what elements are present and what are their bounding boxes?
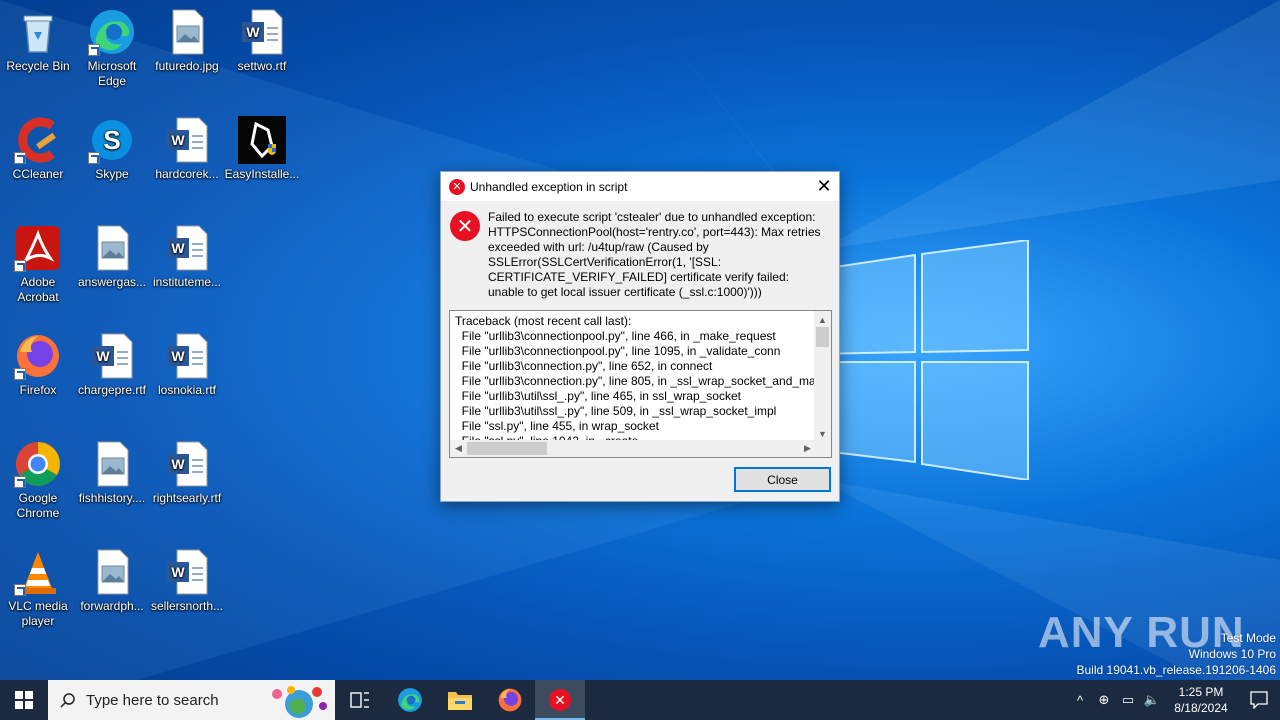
chrome-icon [14, 440, 62, 488]
watermark-line-2: Windows 10 Pro [1188, 647, 1276, 661]
scroll-up-icon[interactable]: ▲ [814, 311, 831, 328]
image-file-icon [88, 548, 136, 596]
meet-now-icon[interactable]: ⊕ [1092, 692, 1116, 708]
desktop-icon-chrome[interactable]: Google Chrome [0, 440, 76, 521]
watermark-line-3: Build 19041.vb_release.191206-1406 [1076, 663, 1277, 677]
desktop-icon-answergas[interactable]: answergas... [74, 224, 150, 290]
chevron-up-icon[interactable]: ^ [1068, 693, 1092, 708]
word-doc-icon: W [238, 8, 286, 56]
word-doc-icon: W [163, 548, 211, 596]
word-doc-icon: W [163, 440, 211, 488]
taskbar-clock[interactable]: 1:25 PM 8/18/2024 [1164, 684, 1238, 716]
svg-text:W: W [246, 24, 260, 40]
word-doc-icon: W [163, 224, 211, 272]
vertical-scrollbar[interactable]: ▲ ▼ [814, 311, 831, 442]
desktop-icon-skype[interactable]: S Skype [74, 116, 150, 182]
notification-icon [1250, 691, 1268, 709]
svg-text:S: S [103, 125, 120, 155]
taskbar: Type here to search ✕ ^ ⊕ ▭ 🔈 1:25 PM 8/… [0, 680, 1280, 720]
search-placeholder: Type here to search [86, 691, 219, 709]
svg-text:W: W [171, 348, 185, 364]
close-button[interactable]: Close [734, 467, 831, 492]
clock-date: 8/18/2024 [1174, 701, 1228, 715]
desktop-icon-acrobat[interactable]: Adobe Acrobat [0, 224, 76, 305]
vlc-icon [14, 548, 62, 596]
installer-icon [238, 116, 286, 164]
image-file-icon [88, 224, 136, 272]
traceback-text: Traceback (most recent call last): File … [455, 314, 820, 448]
desktop-icon-hardcorek[interactable]: W hardcorek... [149, 116, 225, 182]
svg-text:W: W [171, 132, 185, 148]
watermark-line-1: Test Mode [1220, 631, 1276, 645]
error-icon: ✕ [549, 689, 571, 711]
desktop-icon-ccleaner[interactable]: CCleaner [0, 116, 76, 182]
folder-icon [448, 692, 472, 710]
windows-watermark: Test Mode Windows 10 Pro Build 19041.vb_… [1077, 630, 1277, 678]
image-file-icon [163, 8, 211, 56]
error-icon: ✕ [449, 178, 465, 195]
edge-icon [88, 8, 136, 56]
search-highlight-icon [272, 686, 327, 718]
error-dialog: ✕ Unhandled exception in script ✕ ✕ Fail… [440, 171, 840, 502]
desktop-icon-instituteme[interactable]: W instituteme... [149, 224, 225, 290]
svg-text:W: W [171, 564, 185, 580]
desktop-icon-recycle-bin[interactable]: Recycle Bin [0, 8, 76, 74]
network-icon[interactable]: ▭ [1116, 692, 1140, 708]
edge-icon [398, 688, 422, 712]
windows-start-icon [15, 691, 33, 709]
system-tray: ^ ⊕ ▭ 🔈 1:25 PM 8/18/2024 [1068, 680, 1280, 720]
desktop-icon-edge[interactable]: Microsoft Edge [74, 8, 150, 89]
desktop-icon-vlc[interactable]: VLC media player [0, 548, 76, 629]
firefox-icon [14, 332, 62, 380]
taskbar-firefox[interactable] [485, 680, 535, 720]
svg-text:W: W [171, 240, 185, 256]
error-large-icon: ✕ [450, 211, 480, 241]
svg-text:W: W [96, 348, 110, 364]
dialog-titlebar[interactable]: ✕ Unhandled exception in script ✕ [441, 172, 839, 201]
desktop-icon-losnokia[interactable]: W losnokia.rtf [149, 332, 225, 398]
dialog-title: Unhandled exception in script [470, 179, 628, 194]
word-doc-icon: W [163, 116, 211, 164]
search-icon [60, 693, 75, 708]
desktop-icon-fishhistory[interactable]: fishhistory.... [74, 440, 150, 506]
action-center-button[interactable] [1238, 680, 1280, 720]
word-doc-icon: W [88, 332, 136, 380]
horizontal-scroll-thumb[interactable] [467, 442, 547, 455]
traceback-textbox[interactable]: Traceback (most recent call last): File … [449, 310, 832, 458]
vertical-scroll-thumb[interactable] [816, 327, 829, 347]
taskbar-search-box[interactable]: Type here to search [48, 680, 335, 720]
desktop-icon-chargepre[interactable]: W chargepre.rtf [74, 332, 150, 398]
volume-icon[interactable]: 🔈 [1140, 692, 1164, 708]
title-close-button[interactable]: ✕ [809, 172, 839, 201]
skype-icon: S [88, 116, 136, 164]
windows-logo [815, 240, 1029, 480]
scroll-corner [814, 440, 831, 457]
taskbar-file-explorer[interactable] [435, 680, 485, 720]
task-view-button[interactable] [335, 680, 385, 720]
firefox-icon [498, 688, 522, 712]
start-button[interactable] [0, 680, 48, 720]
desktop-icon-futuredo[interactable]: futuredo.jpg [149, 8, 225, 74]
ccleaner-icon [14, 116, 62, 164]
desktop-icon-sellersnorth[interactable]: W sellersnorth... [149, 548, 225, 614]
desktop-icon-firefox[interactable]: Firefox [0, 332, 76, 398]
desktop-icon-easyinstaller[interactable]: EasyInstalle... [224, 116, 300, 182]
taskbar-edge[interactable] [385, 680, 435, 720]
recycle-bin-icon [14, 8, 62, 56]
desktop-icon-rightsearly[interactable]: W rightsearly.rtf [149, 440, 225, 506]
acrobat-icon [14, 224, 62, 272]
task-view-icon [350, 692, 369, 708]
desktop-icon-forwardph[interactable]: forwardph... [74, 548, 150, 614]
scroll-left-icon[interactable]: ◀ [450, 440, 467, 457]
desktop-icon-settwo[interactable]: W settwo.rtf [224, 8, 300, 74]
word-doc-icon: W [163, 332, 211, 380]
image-file-icon [88, 440, 136, 488]
svg-text:W: W [171, 456, 185, 472]
error-message: Failed to execute script 'cstealer' due … [488, 210, 821, 299]
horizontal-scrollbar[interactable]: ◀ ▶ [450, 440, 816, 457]
taskbar-error-app[interactable]: ✕ [535, 680, 585, 720]
clock-time: 1:25 PM [1178, 685, 1224, 699]
